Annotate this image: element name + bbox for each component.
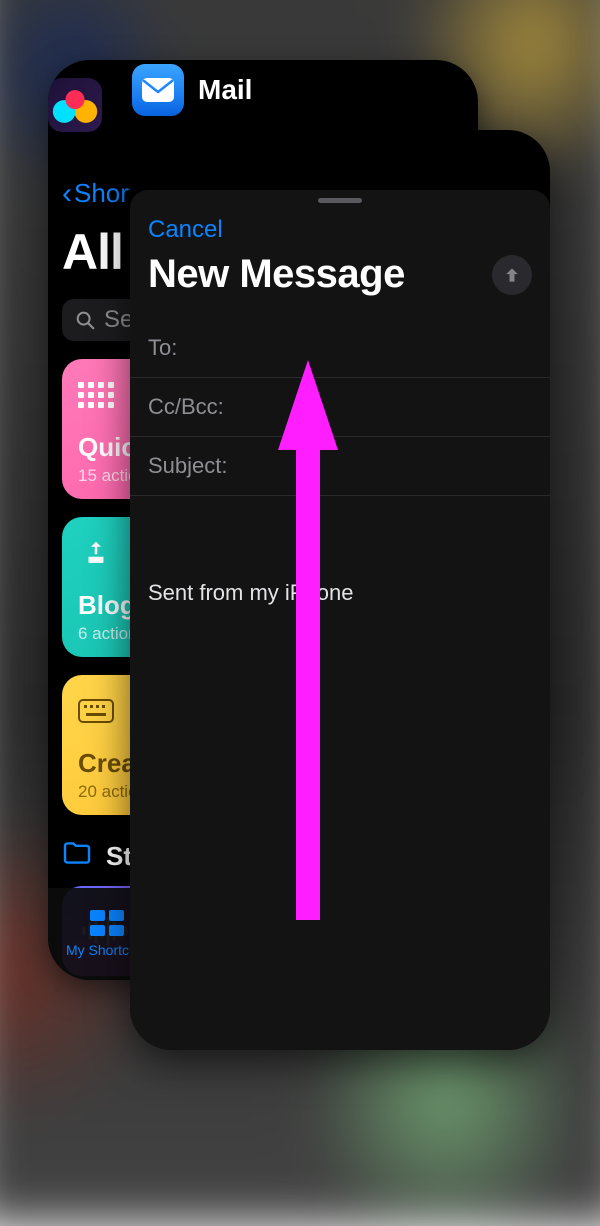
upload-icon <box>78 535 114 571</box>
mail-app-icon <box>132 64 184 116</box>
app-card-mail[interactable]: Mail Cancel New Message To: Cc/Bcc: Subj… <box>130 64 550 1046</box>
folder-icon <box>62 841 92 872</box>
subject-field[interactable]: Subject: <box>130 437 550 496</box>
app-label: Mail <box>198 74 252 106</box>
to-field[interactable]: To: <box>130 319 550 378</box>
compose-title: New Message <box>148 252 405 297</box>
shortcuts-app-icon <box>48 78 102 132</box>
search-icon <box>74 309 96 331</box>
grid-icon <box>90 910 124 936</box>
compose-sheet: Cancel New Message To: Cc/Bcc: Subject: … <box>130 190 550 1050</box>
chevron-left-icon: ‹ <box>62 179 72 209</box>
ccbcc-field[interactable]: Cc/Bcc: <box>130 378 550 437</box>
message-body[interactable]: Sent from my iPhone <box>130 496 550 606</box>
send-button[interactable] <box>492 255 532 295</box>
grid-icon <box>78 377 114 413</box>
sheet-grabber[interactable] <box>318 198 362 203</box>
arrow-up-icon <box>502 265 522 285</box>
phone-frame: Cancel New Message To: Cc/Bcc: Subject: … <box>130 130 550 1050</box>
cancel-button[interactable]: Cancel <box>148 216 223 244</box>
keyboard-icon <box>78 693 114 729</box>
